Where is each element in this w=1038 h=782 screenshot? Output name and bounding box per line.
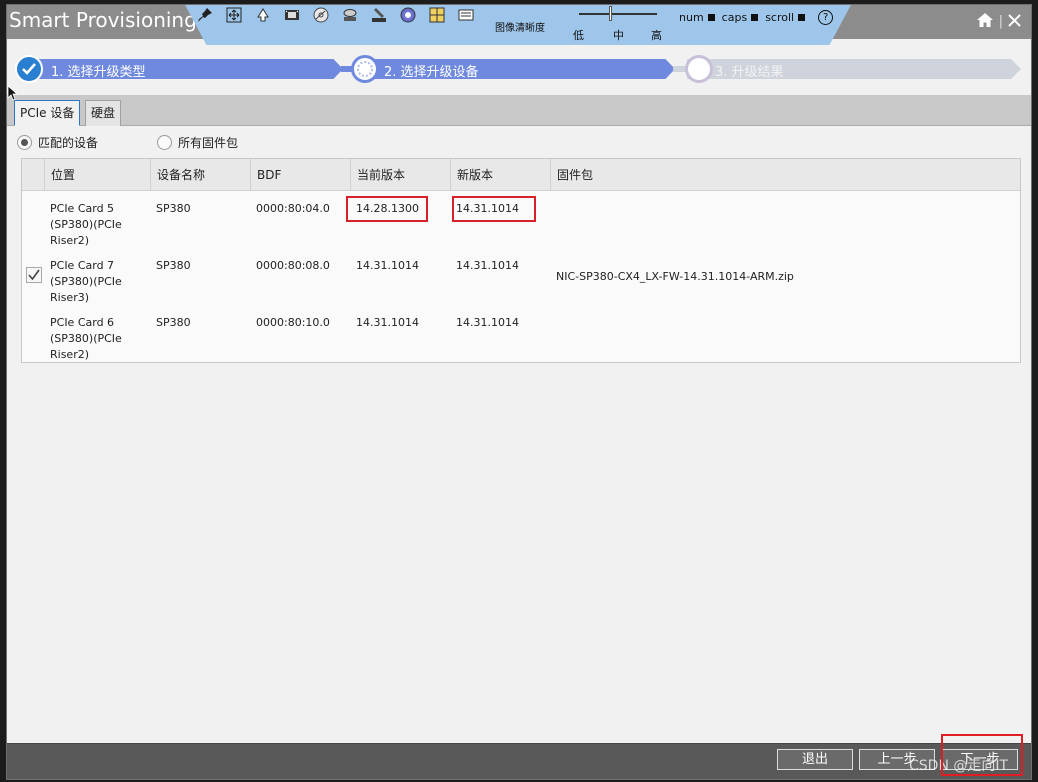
title-separator: |	[998, 14, 1003, 29]
cell-bdf: 0000:80:08.0	[256, 259, 330, 272]
cell-bdf: 0000:80:10.0	[256, 316, 330, 329]
header-firmware: 固件包	[550, 159, 1022, 191]
footer-bar: 退出 上一步 下一步 CSDN @走向IT	[7, 743, 1031, 779]
app-window: Smart Provisioning | 图像清晰度 低 中 高 num cap…	[6, 4, 1032, 780]
cell-firmware: NIC-SP380-CX4_LX-FW-14.31.1014-ARM.zip	[556, 270, 794, 283]
dial-icon[interactable]	[398, 5, 418, 25]
num-lock-label: num	[679, 11, 704, 24]
wizard-steps: 1. 选择升级类型 2. 选择升级设备 3. 升级结果	[7, 53, 1031, 85]
scroll-lock-indicator	[798, 14, 806, 21]
header-bdf: BDF	[250, 159, 350, 191]
scroll-lock-label: scroll	[765, 11, 795, 24]
cd-icon[interactable]	[311, 5, 331, 25]
disk-icon[interactable]	[340, 5, 360, 25]
table-row[interactable]: PCIe Card 7 (SP380)(PCIe Riser3) SP380 0…	[22, 249, 1020, 306]
cell-device-name: SP380	[156, 316, 191, 329]
quality-slider-thumb[interactable]	[609, 6, 612, 21]
highlight-current-version	[346, 196, 428, 222]
radio-matched-label: 匹配的设备	[38, 136, 99, 150]
app-title: Smart Provisioning	[9, 8, 195, 32]
window-controls: |	[976, 12, 1021, 31]
tab-hard-disk[interactable]: 硬盘	[85, 100, 122, 126]
mouse-cursor-icon	[7, 85, 19, 104]
keyboard-icon[interactable]	[369, 5, 389, 25]
cell-new-version: 14.31.1014	[456, 259, 519, 272]
close-icon[interactable]	[1008, 13, 1021, 30]
header-device-name: 设备名称	[150, 159, 250, 191]
quality-slider[interactable]	[579, 13, 657, 15]
table-header: 位置 设备名称 BDF 当前版本 新版本 固件包	[22, 159, 1020, 191]
caps-lock-indicator	[751, 14, 759, 21]
header-new-version: 新版本	[450, 159, 550, 191]
radio-button-on[interactable]	[17, 135, 32, 150]
step-done-icon	[15, 55, 43, 83]
row-checkbox[interactable]	[26, 267, 42, 283]
radio-button-off[interactable]	[157, 135, 172, 150]
cell-location: PCIe Card 5 (SP380)(PCIe Riser2)	[50, 202, 122, 247]
highlight-new-version	[452, 196, 536, 222]
header-current-version: 当前版本	[350, 159, 450, 191]
cell-device-name: SP380	[156, 259, 191, 272]
table-row[interactable]: PCIe Card 6 (SP380)(PCIe Riser2) SP380 0…	[22, 306, 1020, 363]
radio-all-firmware[interactable]: 所有固件包	[157, 134, 238, 151]
device-table: 位置 设备名称 BDF 当前版本 新版本 固件包 PCIe Card 5 (SP…	[21, 158, 1021, 363]
home-icon[interactable]	[976, 12, 994, 31]
cell-location: PCIe Card 7 (SP380)(PCIe Riser3)	[50, 259, 122, 304]
film-icon[interactable]	[282, 5, 302, 25]
exit-button[interactable]: 退出	[777, 749, 853, 770]
step-pending-icon	[685, 55, 713, 83]
header-select	[22, 159, 44, 191]
tab-strip: PCIe 设备 硬盘	[7, 95, 1031, 126]
pin-icon[interactable]	[195, 5, 215, 25]
step-current-icon	[351, 55, 379, 83]
slider-low-label: 低	[573, 29, 584, 42]
cell-location: PCIe Card 6 (SP380)(PCIe Riser2)	[50, 316, 122, 361]
lock-indicators: num caps scroll ?	[679, 10, 834, 25]
cell-bdf: 0000:80:04.0	[256, 202, 330, 215]
slider-mid-label: 中	[613, 29, 624, 42]
grid-icon[interactable]	[427, 5, 447, 25]
step-3-label: 3. 升级结果	[715, 65, 784, 80]
step-2-label: 2. 选择升级设备	[384, 65, 479, 80]
cell-new-version: 14.31.1014	[456, 316, 519, 329]
cell-current-version: 14.31.1014	[356, 259, 419, 272]
num-lock-indicator	[707, 14, 715, 21]
tab-pcie-devices[interactable]: PCIe 设备	[14, 100, 81, 126]
move-icon[interactable]	[224, 5, 244, 25]
header-location: 位置	[44, 159, 150, 191]
slider-high-label: 高	[651, 29, 662, 42]
radio-all-label: 所有固件包	[178, 136, 239, 150]
radio-matched-devices[interactable]: 匹配的设备	[17, 134, 98, 151]
highlight-next-button	[941, 734, 1023, 776]
cell-current-version: 14.31.1014	[356, 316, 419, 329]
settings-icon[interactable]	[456, 5, 476, 25]
image-quality-label: 图像清晰度	[495, 23, 545, 34]
cell-device-name: SP380	[156, 202, 191, 215]
caps-lock-label: caps	[721, 11, 748, 24]
step-1-label: 1. 选择升级类型	[51, 65, 146, 80]
toolbar-icons	[195, 5, 476, 25]
upload-icon[interactable]	[253, 5, 273, 25]
help-icon[interactable]: ?	[818, 10, 834, 25]
kvm-toolbar: 图像清晰度 低 中 高 num caps scroll ?	[183, 5, 853, 45]
